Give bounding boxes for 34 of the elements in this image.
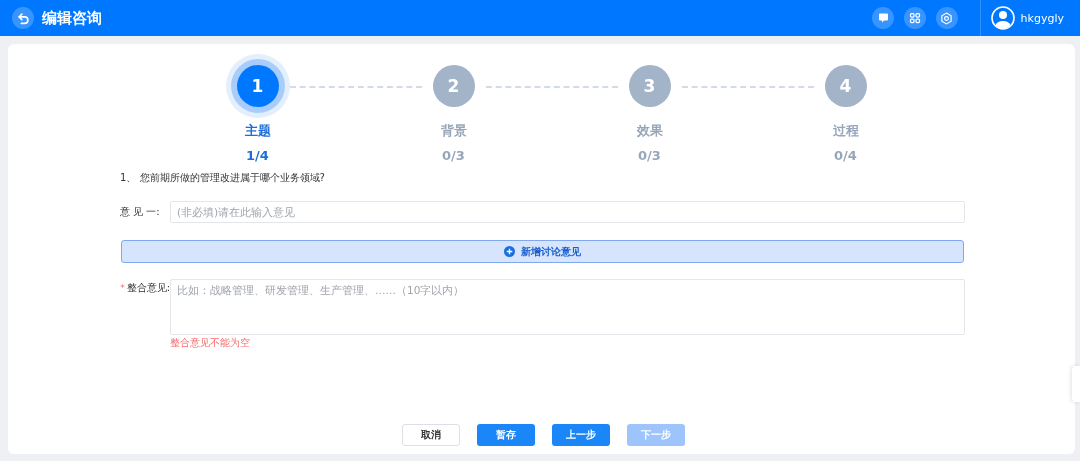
summary-textarea[interactable]: 比如：战略管理、研发管理、生产管理、……（10字以内）	[170, 279, 965, 335]
step-label: 效果	[636, 122, 663, 140]
step-number[interactable]: 3	[628, 65, 671, 107]
settings-button[interactable]	[935, 7, 958, 29]
action-button[interactable]: 取消	[402, 424, 460, 446]
avatar-icon[interactable]	[990, 6, 1015, 30]
grid-icon	[908, 12, 921, 24]
back-icon	[16, 11, 30, 25]
step-number[interactable]: 4	[824, 65, 867, 107]
plus-icon	[504, 246, 515, 257]
action-button[interactable]: 暂存	[477, 424, 535, 446]
field-label: 整合意见:	[126, 281, 170, 295]
question-text: 1、 您前期所做的管理改进属于哪个业务领域?	[120, 171, 326, 185]
message-icon	[876, 12, 889, 24]
required-mark: *	[120, 282, 125, 295]
message-button[interactable]	[871, 7, 894, 29]
error-message: 整合意见不能为空	[170, 337, 251, 350]
apps-button[interactable]	[903, 7, 926, 29]
step-count: 0/3	[638, 148, 661, 163]
add-opinion-button[interactable]: 新增讨论意见	[121, 240, 964, 263]
user-name: hkgygly	[1020, 11, 1064, 25]
opinion-input[interactable]: (非必填)请在此输入意见	[170, 201, 965, 223]
back-button[interactable]	[12, 7, 34, 29]
step-label: 背景	[440, 122, 467, 140]
step-count: 1/4	[246, 148, 269, 163]
action-button[interactable]: 上一步	[552, 424, 610, 446]
step-label: 主题	[244, 122, 271, 140]
settings-icon	[940, 11, 954, 25]
step-count: 0/3	[442, 148, 465, 163]
field-label: 意 见 一:	[120, 205, 161, 219]
step-count: 0/4	[834, 148, 857, 163]
step-label: 过程	[832, 122, 859, 140]
step-number[interactable]: 2	[432, 65, 475, 107]
page-title: 编辑咨询	[42, 8, 102, 28]
